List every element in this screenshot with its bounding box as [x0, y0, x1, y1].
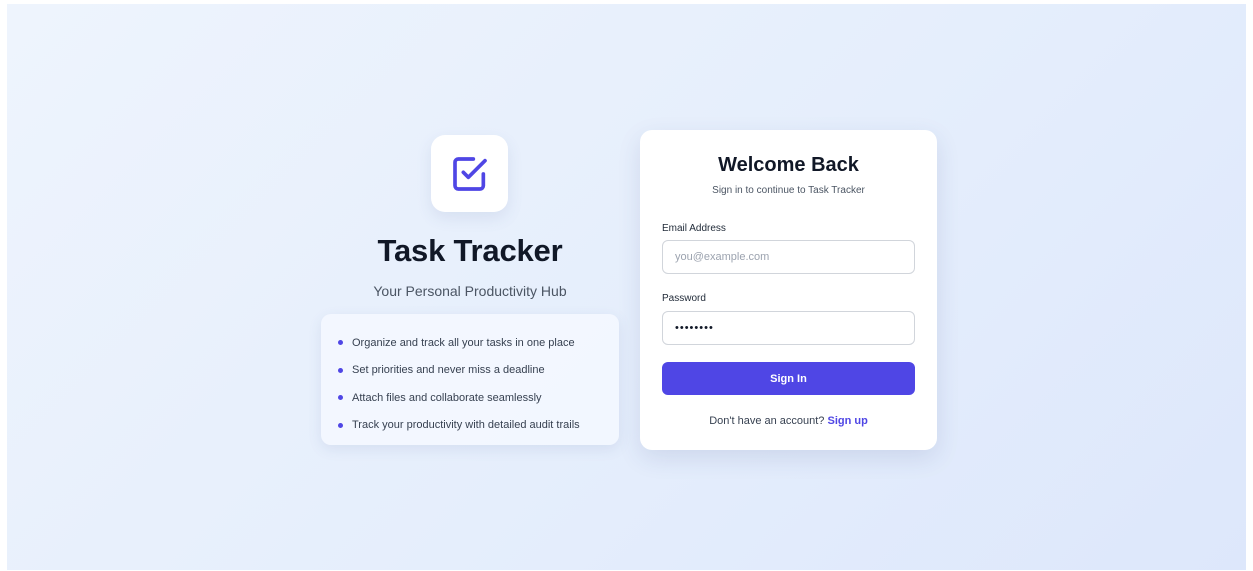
sign-in-button[interactable]: Sign In — [662, 362, 915, 395]
feature-list: Organize and track all your tasks in one… — [321, 314, 619, 445]
email-field[interactable] — [662, 240, 915, 274]
sign-up-link[interactable]: Sign up — [827, 415, 867, 427]
password-field[interactable] — [662, 311, 915, 345]
bullet-icon — [338, 422, 343, 428]
feature-item: Set priorities and never miss a deadline — [338, 357, 619, 385]
feature-item: Track your productivity with detailed au… — [338, 412, 619, 440]
feature-text: Track your productivity with detailed au… — [352, 419, 580, 432]
login-card: Welcome Back Sign in to continue to Task… — [640, 130, 937, 450]
check-square-icon — [452, 156, 487, 191]
feature-text: Set priorities and never miss a deadline — [352, 364, 545, 377]
password-label: Password — [662, 293, 706, 304]
bullet-icon — [338, 340, 343, 346]
feature-item: Attach files and collaborate seamlessly — [338, 384, 619, 412]
app-title: Task Tracker — [377, 233, 563, 268]
signup-prompt: Don't have an account? — [709, 415, 828, 427]
feature-text: Attach files and collaborate seamlessly — [352, 391, 542, 404]
feature-item: Organize and track all your tasks in one… — [338, 329, 619, 357]
login-title: Welcome Back — [718, 154, 859, 176]
bullet-icon — [338, 395, 343, 401]
app-logo — [431, 135, 508, 212]
login-page: Task Tracker Your Personal Productivity … — [7, 4, 1246, 570]
bullet-icon — [338, 367, 343, 373]
login-subtitle: Sign in to continue to Task Tracker — [712, 185, 865, 196]
app-subtitle: Your Personal Productivity Hub — [373, 283, 567, 299]
signup-row: Don't have an account? Sign up — [640, 415, 937, 427]
feature-text: Organize and track all your tasks in one… — [352, 336, 575, 349]
email-label: Email Address — [662, 223, 726, 234]
